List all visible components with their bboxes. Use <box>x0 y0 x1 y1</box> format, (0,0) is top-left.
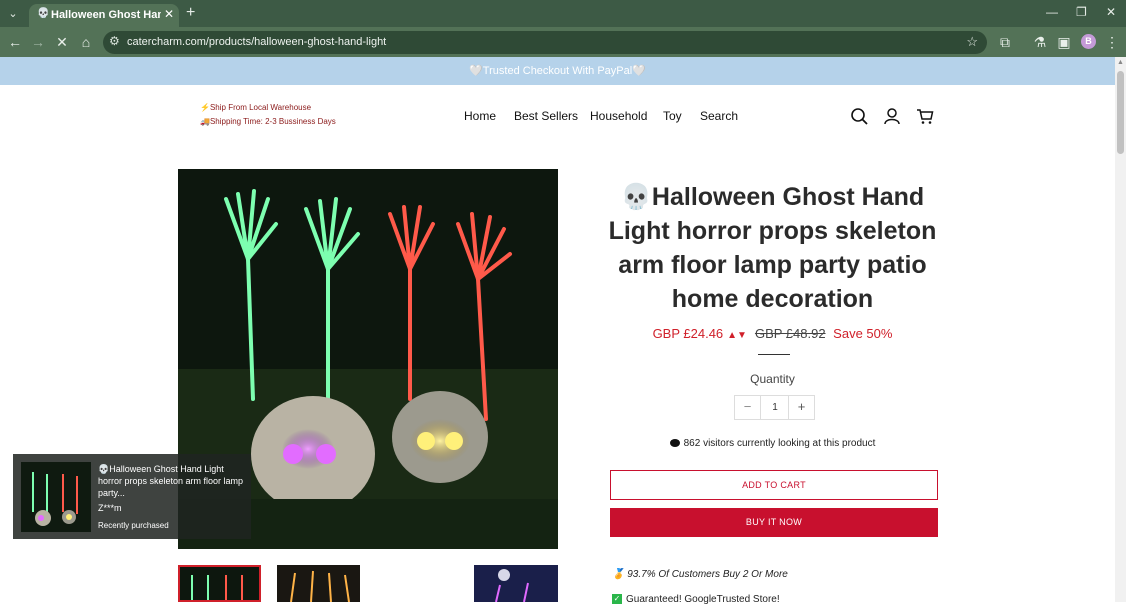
site-info-icon[interactable]: ⚙ <box>109 34 120 48</box>
quantity-input[interactable]: 1 <box>762 396 788 419</box>
browser-menu-icon[interactable]: ⋮ <box>1103 33 1121 51</box>
product-thumbnail-2[interactable] <box>277 565 360 602</box>
price-divider <box>758 354 790 355</box>
minimize-icon[interactable]: — <box>1046 5 1058 19</box>
promo-shipping-text: 🚚Shipping Time: 2-3 Bussiness Days <box>200 117 336 126</box>
trusted-store-text: Guaranteed! GoogleTrusted Store! <box>626 594 780 605</box>
nav-search[interactable]: Search <box>700 109 738 123</box>
trusted-store-row: ✓ Guaranteed! GoogleTrusted Store! <box>612 594 780 605</box>
popup-product-title: 💀Halloween Ghost Hand Light horror props… <box>98 464 244 498</box>
checkmark-icon: ✓ <box>612 594 622 605</box>
quantity-decrease-button[interactable]: − <box>735 396 761 419</box>
currency-switch-icon[interactable]: ▲▼ <box>727 330 747 341</box>
browser-toolbar: ← → ✕ ⌂ ⚙ catercharm.com/products/hallow… <box>0 27 1126 57</box>
page-scrollbar[interactable]: ▲ <box>1115 57 1126 602</box>
url-text[interactable]: catercharm.com/products/halloween-ghost-… <box>127 36 386 48</box>
home-icon[interactable]: ⌂ <box>77 33 95 51</box>
account-icon[interactable] <box>883 107 901 125</box>
extensions-icon[interactable]: ⧉ <box>996 33 1014 51</box>
search-icon[interactable] <box>850 107 868 125</box>
browser-tab-strip: ⌄ 💀 Halloween Ghost Hand Light ✕ + — ❐ ✕ <box>0 0 1126 27</box>
nav-toy[interactable]: Toy <box>663 109 682 123</box>
quantity-label: Quantity <box>750 372 795 386</box>
product-thumbnail-1[interactable] <box>178 565 261 602</box>
visitors-counter: 862 visitors currently looking at this p… <box>600 438 945 449</box>
recent-purchase-popup[interactable]: 💀Halloween Ghost Hand Light horror props… <box>13 454 251 539</box>
scroll-up-arrow-icon[interactable]: ▲ <box>1117 59 1124 66</box>
profile-avatar[interactable]: B <box>1081 34 1096 49</box>
product-title: 💀Halloween Ghost Hand Light horror props… <box>608 183 937 313</box>
tab-title: Halloween Ghost Hand Light <box>51 9 161 21</box>
announcement-bar: 🤍Trusted Checkout With PayPal🤍 <box>0 57 1115 85</box>
popup-customer-name: Z***m <box>98 503 122 513</box>
new-tab-button[interactable]: + <box>186 4 195 22</box>
nav-best-sellers[interactable]: Best Sellers <box>514 109 578 123</box>
scrollbar-thumb[interactable] <box>1117 71 1124 154</box>
promo-warehouse-text: ⚡Ship From Local Warehouse <box>200 103 312 112</box>
address-bar[interactable]: ⚙ catercharm.com/products/halloween-ghos… <box>103 31 987 54</box>
compare-price: GBP £48.92 <box>754 326 826 341</box>
customers-buy-more-text: 🏅 93.7% Of Customers Buy 2 Or More <box>612 569 788 580</box>
labs-flask-icon[interactable]: ⚗ <box>1031 33 1049 51</box>
product-thumbnail-3[interactable] <box>474 565 558 602</box>
nav-home[interactable]: Home <box>464 109 496 123</box>
sale-price: GBP £24.46 <box>652 326 724 341</box>
popup-status-text: Recently purchased <box>98 521 169 530</box>
tab-close-icon[interactable]: ✕ <box>164 7 174 21</box>
forward-arrow-icon[interactable]: → <box>29 33 47 51</box>
eye-icon <box>669 439 680 448</box>
back-arrow-icon[interactable]: ← <box>6 33 24 51</box>
price-row: GBP £24.46 ▲▼ GBP £48.92 Save 50% <box>600 326 945 341</box>
shipping-promo: ⚡Ship From Local Warehouse 🚚Shipping Tim… <box>200 101 340 129</box>
browser-tab-active[interactable]: 💀 Halloween Ghost Hand Light ✕ <box>29 4 179 27</box>
stop-loading-icon[interactable]: ✕ <box>53 33 71 51</box>
side-panel-icon[interactable]: ▣ <box>1055 33 1073 51</box>
quantity-stepper: − 1 + <box>734 395 815 420</box>
bookmark-star-icon[interactable]: ☆ <box>966 34 978 50</box>
nav-household[interactable]: Household <box>590 109 647 123</box>
tab-search-button[interactable]: ⌄ <box>5 6 21 22</box>
buy-now-button[interactable]: BUY IT NOW <box>610 508 938 537</box>
add-to-cart-button[interactable]: ADD TO CART <box>610 470 938 500</box>
cart-icon[interactable] <box>916 107 934 125</box>
save-badge: Save 50% <box>833 326 893 341</box>
quantity-increase-button[interactable]: + <box>788 396 814 419</box>
visitors-text: 862 visitors currently looking at this p… <box>683 438 876 449</box>
popup-product-thumbnail[interactable] <box>21 462 91 532</box>
tab-favicon-icon: 💀 <box>37 8 50 19</box>
window-close-icon[interactable]: ✕ <box>1106 5 1116 19</box>
maximize-icon[interactable]: ❐ <box>1076 5 1087 19</box>
